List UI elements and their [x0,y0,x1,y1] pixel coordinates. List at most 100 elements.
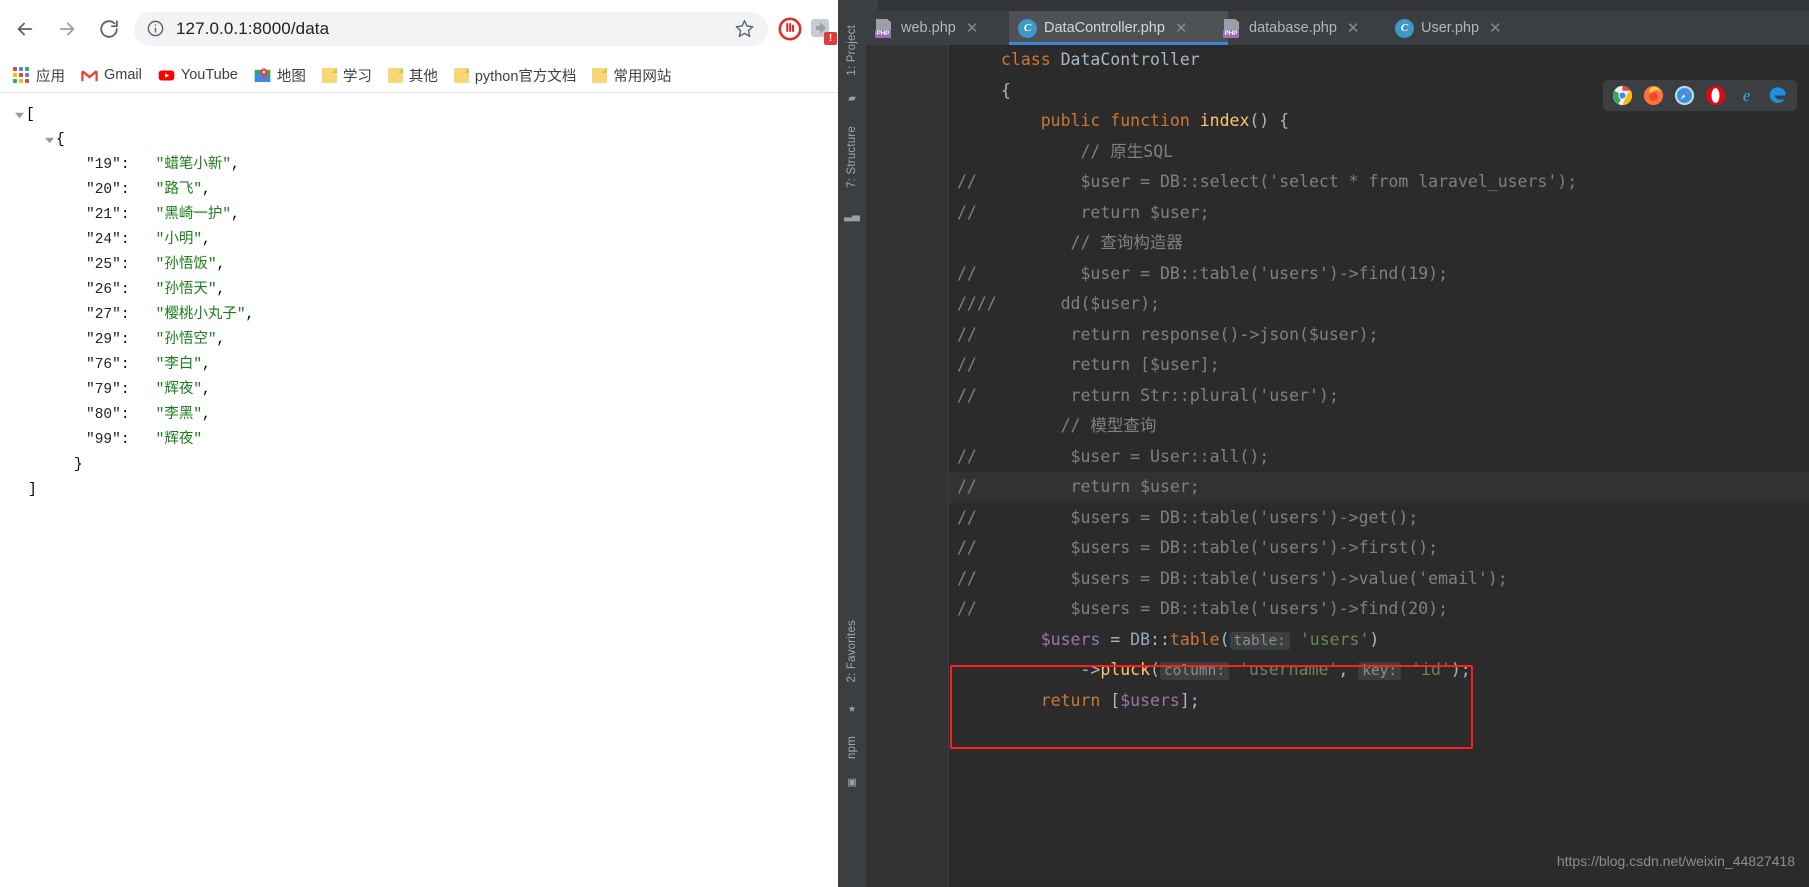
comment-prefix: //// [957,294,997,313]
code-token: return response()->json($user); [1001,324,1379,344]
code-line[interactable]: 27 ->pluck(column: 'username', key: 'id'… [949,655,1809,686]
json-colon: : [120,332,156,348]
tab-database-php[interactable]: PHP database.php ✕ [1214,11,1368,45]
json-entry-row: "25": "孙悟饭", [12,253,838,278]
collapse-triangle-icon[interactable] [12,103,26,128]
code-token: return [1040,690,1111,710]
code-text: // 查询构造器 [1001,228,1183,259]
tab-label: User.php [1421,20,1480,36]
json-viewer: [ { "19": "蜡笔小新", "20": "路飞", "21": "黑崎一护"… [0,93,838,503]
json-value: "辉夜" [155,432,203,448]
code-token: [ [1110,690,1121,710]
json-colon: : [120,232,156,248]
bookmark-folder-study[interactable]: 学习 [315,62,379,89]
code-editor[interactable]: 7−class DataController8{9− public functi… [866,45,1809,887]
code-line[interactable]: 7−class DataController [949,45,1809,76]
comment-prefix: // [957,477,977,496]
folder-icon [321,67,337,83]
tab-user-php[interactable]: C User.php ✕ [1386,11,1511,45]
code-line[interactable]: 12// return $user; [949,198,1809,229]
youtube-icon [158,67,175,84]
code-line[interactable]: 19 // 模型查询 [949,411,1809,442]
npm-icon[interactable]: ▣ [848,776,856,789]
code-line[interactable]: 20// $user = User::all(); [949,442,1809,473]
json-key: "21" [86,207,121,223]
bookmark-youtube[interactable]: YouTube [151,64,245,87]
tool-window-structure-label[interactable]: 7: Structure [846,126,858,188]
bookmark-apps[interactable]: 应用 [6,62,72,89]
json-comma: , [216,282,226,298]
code-token: $users = DB::table('users')->get(); [1001,507,1419,527]
json-comma: , [231,207,240,223]
code-line[interactable]: 18// return Str::plural('user'); [949,381,1809,412]
code-line[interactable]: 17// return [$user]; [949,350,1809,381]
bookmark-folder-common-sites[interactable]: 常用网站 [585,62,678,89]
close-icon[interactable]: ✕ [1489,19,1502,37]
close-icon[interactable]: ✕ [1175,19,1188,37]
editor-gutter[interactable] [866,45,949,887]
bookmark-star-icon[interactable] [734,18,756,40]
code-line[interactable]: 29 [949,716,1809,747]
bookmark-gmail[interactable]: Gmail [74,64,149,87]
json-key: "24" [86,232,121,248]
code-line[interactable]: 21// return $user; [949,472,1809,503]
json-value: "李白" [155,357,203,373]
code-lines[interactable]: 7−class DataController8{9− public functi… [949,45,1809,887]
json-comma: , [202,407,211,423]
code-line[interactable]: 13 // 查询构造器 [949,228,1809,259]
code-line[interactable]: 25⌂// $users = DB::table('users')->find(… [949,594,1809,625]
tool-window-project-label[interactable]: 1: Project [846,25,858,76]
browser-run-popup[interactable]: e [1603,80,1797,111]
code-line[interactable]: 26 $users = DB::table(table: 'users') [949,625,1809,656]
code-line[interactable]: 10− // 原生SQL [949,137,1809,168]
code-token: = [1100,629,1131,649]
code-line[interactable]: 11// $user = DB::select('select * from l… [949,167,1809,198]
code-line[interactable]: 23// $users = DB::table('users')->first(… [949,533,1809,564]
tab-web-php[interactable]: PHP web.php ✕ [866,11,987,45]
safari-icon[interactable] [1674,85,1695,106]
bookmark-label: Gmail [104,67,142,83]
opera-extension-icon[interactable] [778,17,802,41]
forward-arrow-icon[interactable] [46,8,88,50]
address-bar[interactable]: 127.0.0.1:8000/data [134,12,768,46]
code-token: ); [1450,660,1471,679]
code-line[interactable]: 28 return [$users]; [949,686,1809,717]
project-folder-icon[interactable]: ▰ [848,92,856,105]
bookmark-folder-other[interactable]: 其他 [381,62,445,89]
edge-icon[interactable] [1767,85,1788,106]
code-token: ( [1219,629,1230,649]
opera-icon[interactable] [1705,85,1726,106]
bookmark-maps[interactable]: 地图 [247,62,313,89]
firefox-icon[interactable] [1643,85,1664,106]
star-icon[interactable]: ★ [848,702,856,715]
code-line[interactable]: 16// return response()->json($user); [949,320,1809,351]
close-icon[interactable]: ✕ [1347,19,1360,37]
puzzle-extension-icon[interactable]: ! [808,16,837,45]
close-icon[interactable]: ✕ [966,19,979,37]
json-value: "黑崎一护" [155,207,232,223]
back-arrow-icon[interactable] [4,8,46,50]
structure-icon[interactable]: ▂▃ [844,208,860,221]
collapse-triangle-icon[interactable] [42,128,56,153]
code-line[interactable]: 30 [949,747,1809,778]
chrome-icon[interactable] [1612,85,1633,106]
code-line[interactable]: 14// $user = DB::table('users')->find(19… [949,259,1809,290]
code-line[interactable]: 22// $users = DB::table('users')->get(); [949,503,1809,534]
json-entry-row: "26": "孙悟天", [12,278,838,303]
json-key: "76" [86,357,121,373]
site-info-icon[interactable] [146,19,166,39]
code-token: public [1040,111,1111,130]
json-key: "79" [86,382,121,398]
tab-datacontroller-php[interactable]: C DataController.php ✕ [1009,11,1228,45]
tool-window-npm-label[interactable]: npm [846,736,858,759]
tool-window-favorites-label[interactable]: 2: Favorites [846,620,858,682]
internet-explorer-icon[interactable]: e [1736,85,1757,106]
code-token: $user = DB::table('users')->find(19); [1001,263,1449,283]
code-line[interactable]: 24// $users = DB::table('users')->value(… [949,564,1809,595]
bookmark-folder-python-docs[interactable]: python官方文档 [447,62,584,89]
code-text: dd($user); [1001,289,1160,320]
code-line[interactable]: 15//// dd($user); [949,289,1809,320]
reload-icon[interactable] [88,8,130,50]
code-text: // 模型查询 [1001,411,1157,442]
